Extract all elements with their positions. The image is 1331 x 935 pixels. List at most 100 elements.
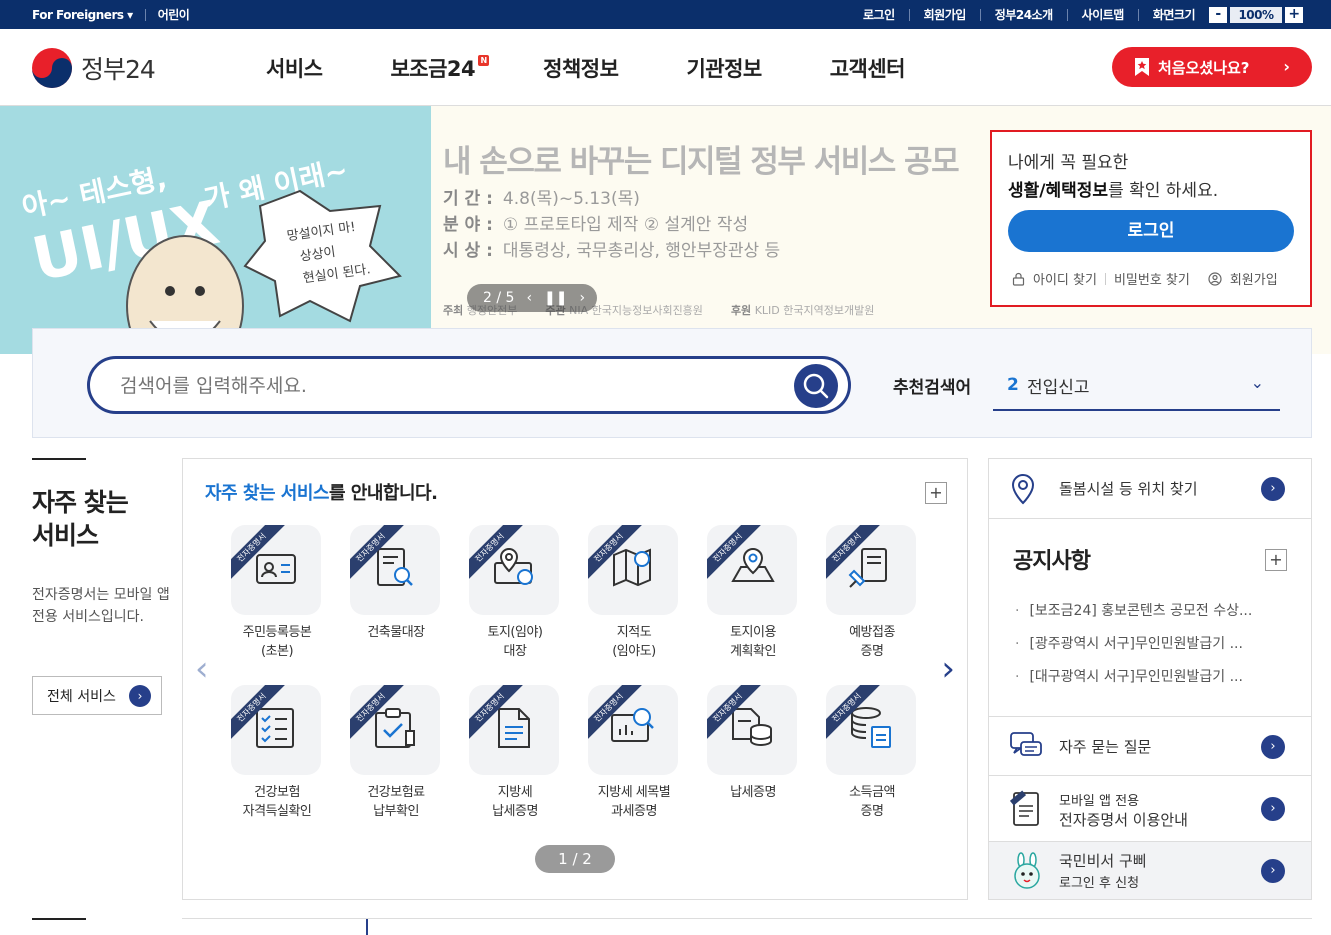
service-item[interactable]: 전자증명서 건강보험 자격득실확인 (231, 685, 323, 821)
notice-item[interactable]: [대구광역시 서구]무인민원발급기 ... (1015, 661, 1252, 694)
more-services-plus-icon[interactable]: + (925, 482, 947, 504)
find-id-link[interactable]: 아이디 찾기 (1033, 269, 1097, 288)
service-item[interactable]: 전자증명서 예방접종 증명 (826, 525, 918, 661)
service-icon-tile: 전자증명서 (588, 525, 678, 615)
prev-slide-icon[interactable]: ‹ (526, 290, 532, 306)
nav-support[interactable]: 고객센터 (830, 53, 906, 83)
search-button[interactable] (794, 364, 838, 408)
nav-subsidy[interactable]: 보조금24 N (390, 53, 490, 83)
mobile-certificate-row[interactable]: 모바일 앱 전용 전자증명서 이용안내 › (989, 776, 1311, 842)
signup-link[interactable]: 회원가입 (924, 6, 967, 23)
main-header: 정부24 서비스 보조금24 N 정책정보 기관정보 고객센터 처음오셨나요? › (0, 29, 1331, 106)
document-search-icon (377, 548, 413, 586)
recommended-keyword-select[interactable]: 2 전입신고 ⌄ (993, 363, 1280, 411)
chevron-left-icon[interactable]: ‹ (195, 649, 209, 689)
recommended-rank: 2 (1007, 375, 1019, 395)
next-slide-icon[interactable]: › (580, 290, 586, 306)
chart-board-icon (611, 708, 654, 742)
recommended-label: 추천검색어 (893, 378, 972, 398)
service-item[interactable]: 전자증명서 토지(임야) 대장 (469, 525, 561, 661)
chevron-down-icon: ⌄ (1250, 373, 1264, 392)
service-icon-tile: 전자증명서 (707, 685, 797, 775)
chat-bubble-icon (1010, 732, 1042, 756)
document-icon (498, 708, 530, 748)
service-label: 건강보험료 납부확인 (350, 783, 442, 821)
chevron-right-icon[interactable]: › (941, 649, 955, 689)
services-panel: 자주 찾는 서비스를 안내합니다. + ‹ › 전자증명서 주민등록등본 (초본) 전… (182, 458, 968, 900)
period-label: 기 간 : (443, 189, 493, 209)
signup-link-box[interactable]: 회원가입 (1230, 269, 1278, 288)
title-highlight: 자주 찾는 서비스 (205, 483, 329, 504)
service-item[interactable]: 전자증명서 건강보험료 납부확인 (350, 685, 442, 821)
about-link[interactable]: 정부24소개 (995, 6, 1053, 23)
divider (979, 8, 981, 21)
service-label-line1: 건강보험 (254, 785, 300, 800)
service-item[interactable]: 전자증명서 건축물대장 (350, 525, 442, 642)
chevron-right-icon: › (1261, 477, 1285, 501)
faq-row[interactable]: 자주 묻는 질문 › (989, 717, 1311, 776)
service-label: 지방세 세목별 과세증명 (588, 783, 680, 821)
divider (1137, 8, 1139, 21)
service-label-line2: (임야도) (612, 644, 656, 659)
all-services-button[interactable]: 전체 서비스 › (32, 676, 162, 715)
service-icon-tile: 전자증명서 (826, 685, 916, 775)
zoom-in-button[interactable]: + (1285, 6, 1303, 23)
divider (908, 8, 910, 21)
nav-agency[interactable]: 기관정보 (686, 53, 762, 83)
clipboard-check-icon (375, 708, 415, 748)
service-item[interactable]: 전자증명서 소득금액 증명 (826, 685, 918, 821)
service-label-line1: 지적도 (616, 625, 652, 640)
notice-more-plus-icon[interactable]: + (1265, 549, 1287, 571)
service-item[interactable]: 전자증명서 지방세 세목별 과세증명 (588, 685, 680, 821)
screen-size-label: 화면크기 (1152, 8, 1196, 22)
service-item[interactable]: 전자증명서토지이용 계획확인 (707, 525, 799, 661)
divider (144, 8, 146, 21)
notice-item[interactable]: [광주광역시 서구]무인민원발급기 ... (1015, 628, 1252, 661)
service-label-line1: 지방세 세목별 (597, 785, 671, 800)
login-button[interactable]: 로그인 (1008, 210, 1294, 252)
service-label-line1: 토지이용 (730, 625, 776, 640)
service-label-line1: 건축물대장 (367, 625, 425, 640)
zoom-out-button[interactable]: - (1209, 6, 1227, 23)
bookmark-star-icon (1135, 58, 1149, 76)
user-circle-icon (1208, 271, 1222, 286)
kids-link[interactable]: 어린이 (158, 6, 190, 23)
nav-policy[interactable]: 정책정보 (543, 53, 619, 83)
service-label-line1: 예방접종 (849, 625, 895, 640)
period-value: 4.8(목)~5.13(목) (502, 189, 640, 209)
notice-item[interactable]: [보조금24] 홍보콘텐츠 공모전 수상... (1015, 595, 1252, 628)
login-link[interactable]: 로그인 (863, 6, 895, 23)
service-label-line2: 자격득실확인 (242, 804, 312, 819)
first-visit-button[interactable]: 처음오셨나요? › (1112, 47, 1312, 87)
gubbi-line1: 국민비서 구삐 (1059, 852, 1147, 870)
site-logo[interactable]: 정부24 (31, 47, 156, 89)
next-section-tabs (182, 918, 1312, 935)
service-item[interactable]: 전자증명서 납세증명 (707, 685, 799, 802)
sponsor1-label: 주최 (443, 304, 464, 317)
search-box (87, 356, 851, 414)
service-label-line2: (초본) (260, 644, 294, 659)
login-prompt-line2: 생활/혜택정보를 확인 하세요. (1008, 176, 1218, 201)
search-input[interactable] (120, 372, 760, 400)
banner-pager: 2 / 5 ‹ ❚❚ › (467, 284, 597, 312)
service-icon-tile: 전자증명서 (231, 525, 321, 615)
divider (1066, 8, 1068, 21)
pause-icon[interactable]: ❚❚ (544, 290, 567, 306)
gubbi-row[interactable]: 국민비서 구삐 로그인 후 신청 › (989, 842, 1311, 899)
service-item[interactable]: 전자증명서 지방세 납세증명 (469, 685, 561, 821)
sitemap-link[interactable]: 사이트맵 (1082, 6, 1125, 23)
nav-services[interactable]: 서비스 (266, 53, 323, 83)
service-label-line2: 대장 (503, 644, 527, 659)
service-label: 토지(임야) 대장 (469, 623, 561, 661)
service-item[interactable]: 전자증명서지적도 (임야도) (588, 525, 680, 661)
for-foreigners-link[interactable]: For Foreigners ▾ (32, 8, 133, 22)
service-item[interactable]: 전자증명서 주민등록등본 (초본) (231, 525, 323, 661)
service-icon-tile: 전자증명서 (707, 525, 797, 615)
location-finder-row[interactable]: 돌봄시설 등 위치 찾기 › (989, 459, 1311, 519)
login-box: 나에게 꼭 필요한 생활/혜택정보를 확인 하세요. 로그인 아이디 찾기 비밀… (990, 130, 1312, 307)
search-section: 추천검색어 2 전입신고 ⌄ (32, 328, 1312, 438)
service-label: 예방접종 증명 (826, 623, 918, 661)
service-label: 토지이용 계획확인 (707, 623, 799, 661)
notice-list: [보조금24] 홍보콘텐츠 공모전 수상... [광주광역시 서구]무인민원발급… (1015, 595, 1252, 694)
find-password-link[interactable]: 비밀번호 찾기 (1114, 269, 1190, 288)
